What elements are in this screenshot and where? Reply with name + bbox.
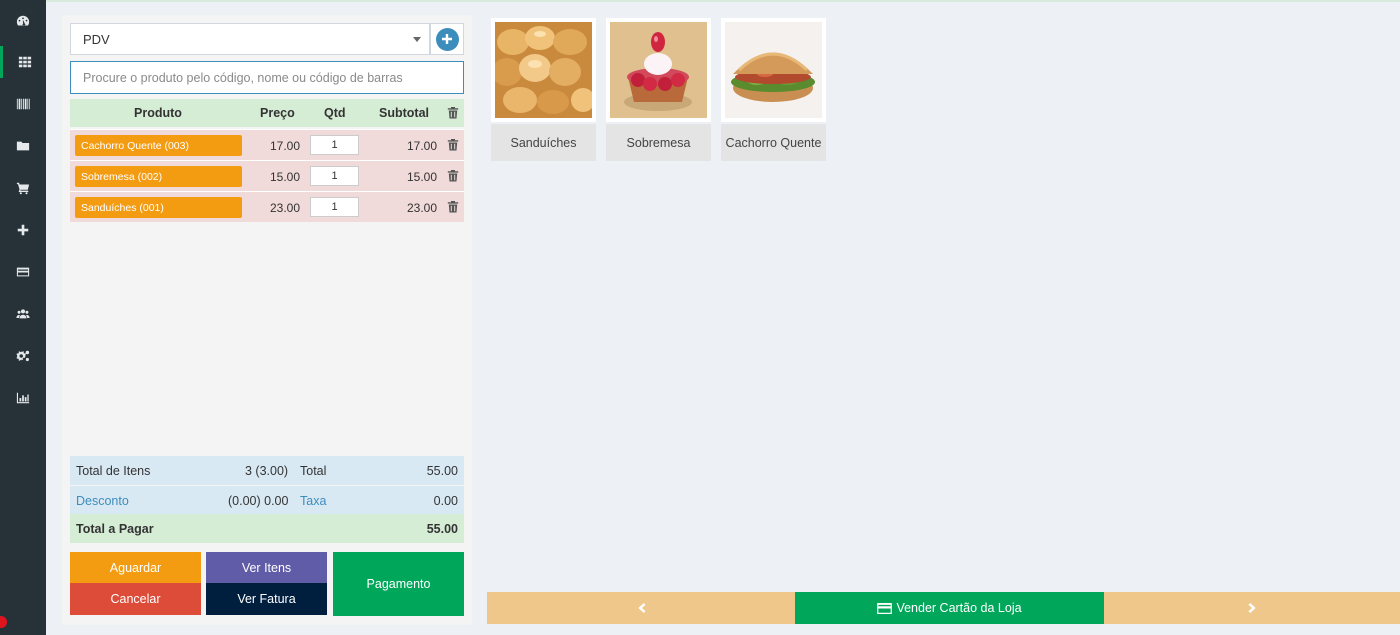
row-qty-input[interactable] [310, 135, 359, 155]
row-product-button[interactable]: Sanduíches (001) [75, 197, 242, 218]
sell-gift-card-label: Vender Cartão da Loja [896, 601, 1022, 615]
row-subtotal: 15.00 [407, 170, 438, 184]
view-items-button[interactable]: Ver Itens [206, 552, 327, 583]
sell-gift-card-button[interactable]: Vender Cartão da Loja [795, 592, 1104, 624]
product-search-input[interactable] [70, 61, 464, 94]
discount-value: (0.00) 0.00 [228, 494, 289, 508]
total-payable-value: 55.00 [426, 522, 458, 536]
table-row: Cachorro Quente (003) 17.00 17.00 [70, 129, 464, 160]
cancel-button[interactable]: Cancelar [70, 583, 201, 615]
row-price: 15.00 [270, 170, 301, 184]
category-label: Cachorro Quente [721, 124, 826, 161]
tax-value: 0.00 [433, 494, 458, 508]
header-price: Preço [260, 106, 295, 120]
payment-button[interactable]: Pagamento [333, 552, 464, 616]
delete-row-icon[interactable] [447, 138, 459, 151]
sidebar-item-gift-cards[interactable] [0, 256, 46, 288]
total-items-value: 3 (3.00) [245, 464, 289, 478]
totals-row-payable: Total a Pagar 55.00 [70, 514, 464, 543]
row-price: 23.00 [270, 201, 301, 215]
cogs-icon [16, 350, 30, 362]
register-select[interactable]: PDV [70, 23, 430, 55]
category-tile-dessert[interactable]: Sobremesa [606, 18, 711, 161]
row-product-button[interactable]: Sobremesa (002) [75, 166, 242, 187]
row-subtotal: 17.00 [407, 139, 438, 153]
total-payable-label: Total a Pagar [76, 522, 154, 536]
table-row: Sobremesa (002) 15.00 15.00 [70, 160, 464, 191]
top-border [0, 0, 1400, 2]
chevron-right-icon [1247, 603, 1256, 613]
chevron-left-icon [637, 603, 646, 613]
hold-button[interactable]: Aguardar [70, 552, 201, 583]
category-image [606, 18, 711, 122]
grid-icon [18, 56, 31, 68]
bottom-bar: Vender Cartão da Loja [487, 592, 1400, 624]
next-page-button[interactable] [1104, 592, 1400, 624]
view-invoice-button[interactable]: Ver Fatura [206, 583, 327, 615]
users-icon [16, 309, 30, 319]
table-row: Sanduíches (001) 23.00 23.00 [70, 191, 464, 222]
trash-icon [447, 106, 459, 122]
category-image [491, 18, 596, 122]
row-product-button[interactable]: Cachorro Quente (003) [75, 135, 242, 156]
add-customer-button[interactable] [430, 23, 464, 55]
tax-link[interactable]: Taxa [300, 494, 326, 508]
delete-row-icon[interactable] [447, 200, 459, 213]
row-price: 17.00 [270, 139, 301, 153]
register-select-value: PDV [83, 31, 110, 47]
plus-circle-icon [435, 27, 459, 51]
totals-row-items: Total de Itens 3 (3.00) Total 55.00 [70, 456, 464, 485]
category-label: Sanduíches [491, 124, 596, 161]
row-qty-input[interactable] [310, 197, 359, 217]
category-tile-sandwiches[interactable]: Sanduíches [491, 18, 596, 161]
sidebar-item-add[interactable] [0, 214, 46, 246]
row-qty-input[interactable] [310, 166, 359, 186]
previous-page-button[interactable] [487, 592, 795, 624]
header-qty: Qtd [324, 106, 346, 120]
total-items-label: Total de Itens [76, 464, 151, 478]
category-label: Sobremesa [606, 124, 711, 161]
bar-chart-icon [16, 392, 30, 404]
category-image [721, 18, 826, 122]
header-product: Produto [134, 106, 182, 120]
category-tile-hot-dog[interactable]: Cachorro Quente [721, 18, 826, 161]
header-subtotal: Subtotal [379, 106, 429, 120]
total-value: 55.00 [426, 464, 458, 478]
totals-row-discount: Desconto (0.00) 0.00 Taxa 0.00 [70, 486, 464, 515]
sidebar-item-reports[interactable] [0, 382, 46, 414]
discount-link[interactable]: Desconto [76, 494, 129, 508]
cart-icon [16, 182, 30, 195]
plus-icon [17, 224, 29, 236]
sidebar-item-purchases[interactable] [0, 172, 46, 204]
credit-card-icon [16, 267, 30, 277]
barcode-icon [16, 98, 30, 110]
sidebar [0, 0, 46, 635]
sidebar-item-pos[interactable] [0, 46, 46, 78]
sidebar-item-categories[interactable] [0, 130, 46, 162]
folder-icon [16, 141, 30, 151]
sidebar-item-people[interactable] [0, 298, 46, 330]
notification-dot [0, 616, 7, 628]
sidebar-item-settings[interactable] [0, 340, 46, 372]
dashboard-icon [16, 15, 30, 26]
credit-card-icon [877, 602, 893, 614]
delete-row-icon[interactable] [447, 169, 459, 182]
row-subtotal: 23.00 [407, 201, 438, 215]
pos-panel: PDV Produto Preço Qtd Subtotal Cachorro … [62, 15, 472, 625]
caret-down-icon [413, 37, 421, 42]
sidebar-item-products[interactable] [0, 88, 46, 120]
order-table-header: Produto Preço Qtd Subtotal [70, 99, 464, 127]
total-label: Total [300, 464, 327, 478]
sidebar-item-dashboard[interactable] [0, 5, 46, 37]
